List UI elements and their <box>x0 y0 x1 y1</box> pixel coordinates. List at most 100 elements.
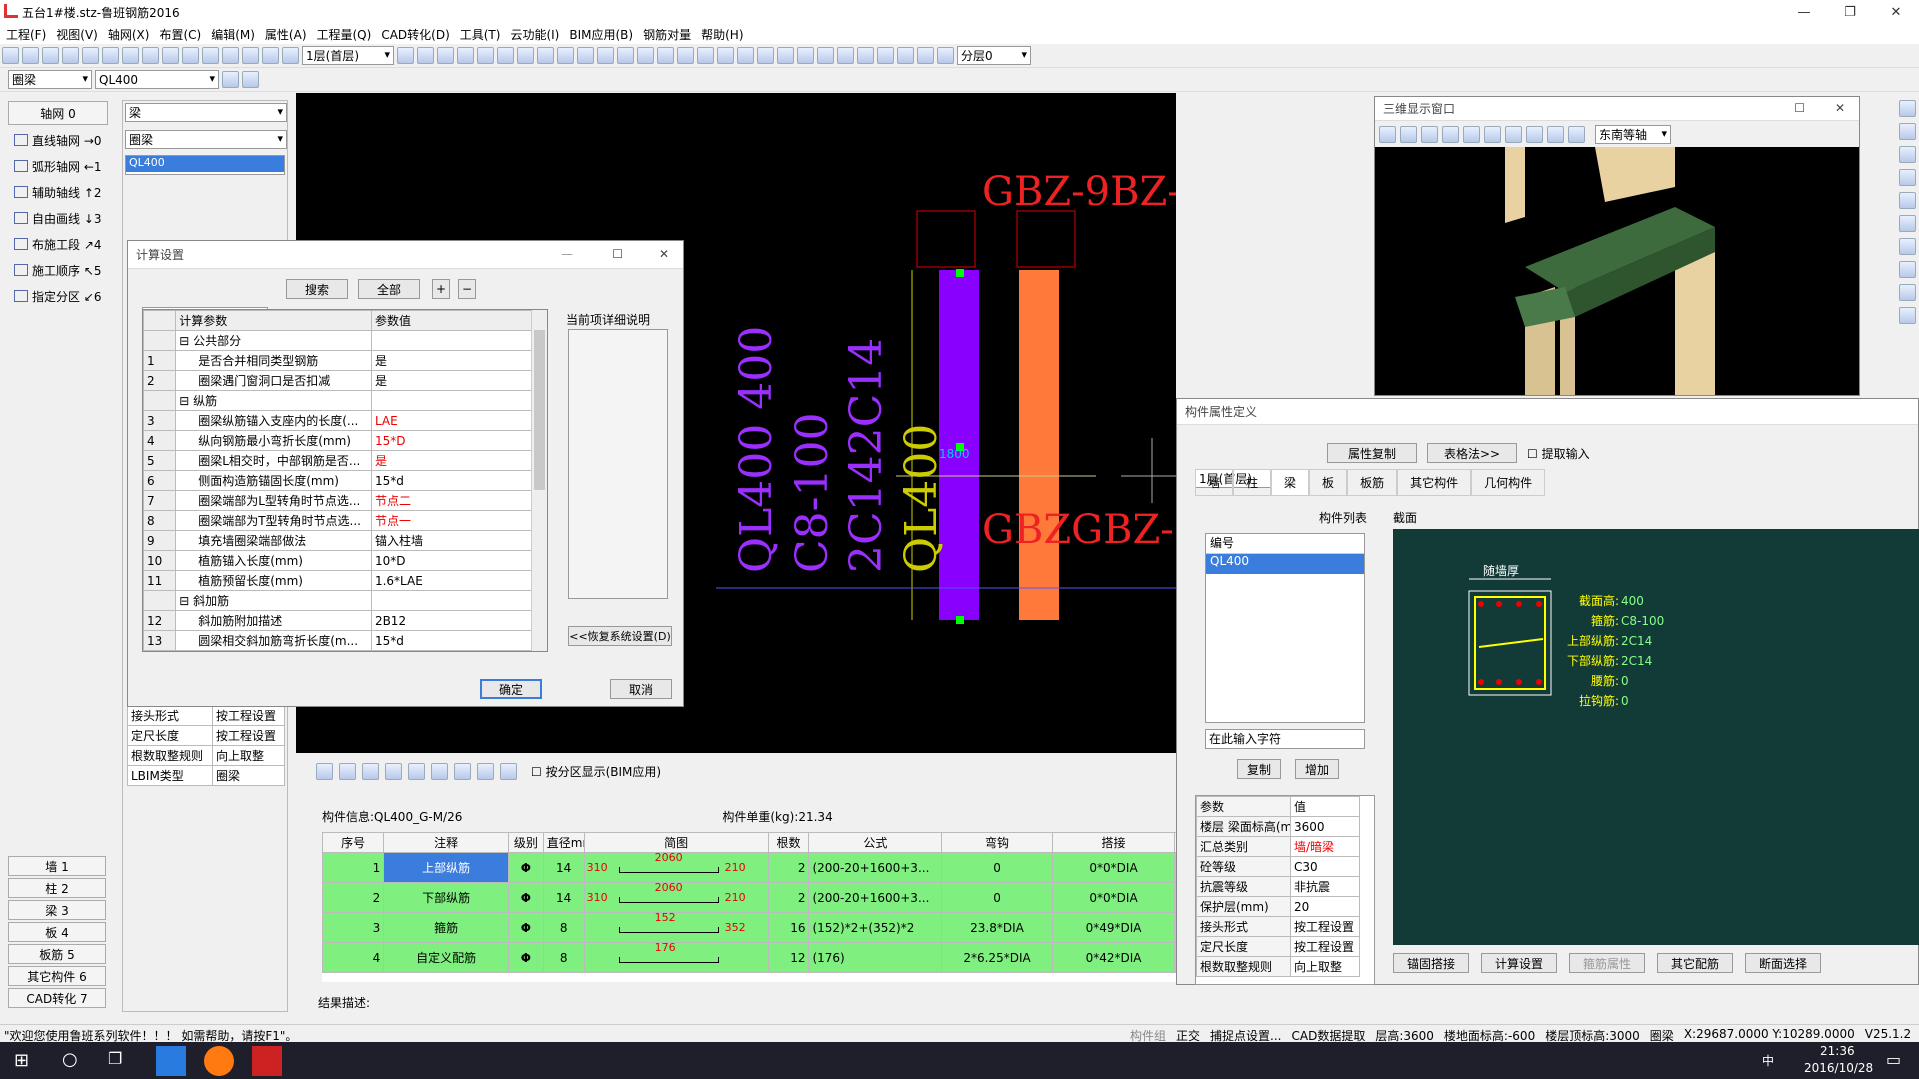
category-button-4[interactable]: 板筋 5 <box>8 944 106 964</box>
attr-param-value[interactable]: 按工程设置 <box>1290 936 1360 957</box>
ime-indicator[interactable]: 中 <box>1762 1052 1774 1069</box>
app-icon-2[interactable] <box>204 1046 234 1076</box>
menu-item-6[interactable]: 工程量(Q) <box>317 26 382 43</box>
left-tool-5[interactable]: 施工顺序 ↖5 <box>8 257 108 283</box>
menu-item-1[interactable]: 视图(V) <box>56 26 108 43</box>
group-row[interactable]: ⊟ 公共部分 <box>143 330 534 351</box>
filter-input[interactable]: 在此输入字符 <box>1205 729 1365 749</box>
toolbar-icon-29[interactable] <box>677 47 694 64</box>
attr-param-row[interactable]: 汇总类别 墙/暗梁 <box>1196 836 1360 857</box>
category-button-0[interactable]: 墙 1 <box>8 856 106 876</box>
attr-param-value[interactable]: 20 <box>1290 896 1360 917</box>
toolbar-icon-33[interactable] <box>757 47 774 64</box>
attr-tab-3[interactable]: 板 <box>1309 469 1348 496</box>
all-button[interactable]: 全部 <box>358 279 420 299</box>
toolbar-icon-3[interactable] <box>62 47 79 64</box>
rebar-name[interactable]: 自定义配筋 <box>383 942 509 973</box>
minimize-button[interactable]: — <box>1781 0 1827 24</box>
beam-orange[interactable] <box>1019 270 1059 620</box>
attr-tab-4[interactable]: 板筋 <box>1347 469 1398 496</box>
group-row[interactable]: ⊟ 纵筋 <box>143 390 534 411</box>
attr-bottom-button-1[interactable]: 计算设置 <box>1481 953 1557 973</box>
param-row[interactable]: 4 纵向钢筋最小弯折长度(mm) 15*D <box>143 430 534 451</box>
param-row[interactable]: 13 圆梁相交斜加筋弯折长度(m... 15*d <box>143 630 534 651</box>
param-value[interactable]: 节点二 <box>370 490 534 511</box>
floor-select[interactable]: 1层(首层) <box>302 46 394 65</box>
attr-bottom-button-0[interactable]: 锚固搭接 <box>1393 953 1469 973</box>
ok-button[interactable]: 确定 <box>480 679 542 699</box>
param-value[interactable] <box>370 330 534 351</box>
category-button-3[interactable]: 板 4 <box>8 922 106 942</box>
toolbar-icon-9[interactable] <box>182 47 199 64</box>
toolbar-icon-25[interactable] <box>597 47 614 64</box>
app-icon-3[interactable] <box>252 1046 282 1076</box>
param-value[interactable] <box>370 390 534 411</box>
param-row[interactable]: 2 圈梁遇门窗洞口是否扣减是 <box>143 370 534 391</box>
toolbar-icon-38[interactable] <box>857 47 874 64</box>
param-row[interactable]: 12 斜加筋附加描述 2B12 <box>143 610 534 631</box>
param-value[interactable]: 10*D <box>370 550 534 571</box>
rebar-tool-8[interactable] <box>477 762 494 780</box>
attr-tab-2[interactable]: 梁 <box>1271 469 1310 496</box>
param-row[interactable]: 7 圈梁端部为L型转角时节点选... 节点二 <box>143 490 534 511</box>
attr-param-row[interactable]: 参数值 <box>1196 796 1360 817</box>
param-value[interactable] <box>370 590 534 611</box>
3d-view-select[interactable]: 东南等轴 <box>1595 124 1671 144</box>
attr-tab-0[interactable]: 墙 <box>1195 469 1234 496</box>
param-row[interactable]: 11 植筋预留长度(mm) 1.6*LAE <box>143 570 534 591</box>
3d-tool-3[interactable] <box>1421 125 1438 143</box>
toolbar-icon-27[interactable] <box>637 47 654 64</box>
left-tool-6[interactable]: 指定分区 ↙6 <box>8 283 108 309</box>
param-value[interactable]: LAE <box>370 410 534 431</box>
param-row[interactable]: 10 植筋锚入长度(mm) 10*D <box>143 550 534 571</box>
3d-tool-8[interactable] <box>1526 125 1543 143</box>
toolbar-icon-16[interactable] <box>417 47 434 64</box>
right-tool-3[interactable] <box>1898 146 1916 163</box>
bim-checkbox[interactable]: ☐ 按分区显示(BIM应用) <box>531 763 661 780</box>
toolbar-icon-0[interactable] <box>2 47 19 64</box>
right-tool-1[interactable] <box>1898 100 1916 117</box>
rebar-tool-4[interactable] <box>385 762 402 780</box>
list-item-ql400[interactable]: QL400 <box>1206 554 1364 574</box>
param-value[interactable]: 是 <box>370 370 534 391</box>
toolbar-icon-17[interactable] <box>437 47 454 64</box>
param-row[interactable]: 5 圈梁L相交时，中部钢筋是否... 是 <box>143 450 534 471</box>
attr-param-row[interactable]: 根数取整规则 向上取整 <box>1196 956 1360 977</box>
menu-item-7[interactable]: CAD转化(D) <box>381 26 459 43</box>
right-tool-7[interactable] <box>1898 238 1916 255</box>
right-tool-4[interactable] <box>1898 169 1916 186</box>
toolbar-icon-30[interactable] <box>697 47 714 64</box>
left-tool-0[interactable]: 直线轴网 →0 <box>8 127 108 153</box>
toolbar-icon-2[interactable] <box>42 47 59 64</box>
toolbar-icon-14[interactable] <box>282 47 299 64</box>
3d-tool-9[interactable] <box>1547 125 1564 143</box>
toolbar-icon-13[interactable] <box>262 47 279 64</box>
menu-item-10[interactable]: BIM应用(B) <box>569 26 643 43</box>
toolbar-icon-1[interactable] <box>22 47 39 64</box>
rebar-tool-2[interactable] <box>339 762 356 780</box>
dialog-maximize[interactable]: ☐ <box>612 247 623 261</box>
left-tool-3[interactable]: 自由画线 ↓3 <box>8 205 108 231</box>
param-row[interactable]: 1 是否合并相同类型钢筋是 <box>143 350 534 371</box>
toolbar-icon-40[interactable] <box>897 47 914 64</box>
left-tool-1[interactable]: 弧形轴网 ←1 <box>8 153 108 179</box>
attr-bottom-button-3[interactable]: 其它配筋 <box>1657 953 1733 973</box>
notification-icon[interactable]: ▭ <box>1886 1050 1901 1069</box>
3d-tool-4[interactable] <box>1442 125 1459 143</box>
rebar-row[interactable]: 4 自定义配筋 Φ 8 176 12 (176) 2*6.25*DIA 0*42*DIA <box>322 942 1176 973</box>
toolbar-icon-23[interactable] <box>557 47 574 64</box>
toolbar-icon-35[interactable] <box>797 47 814 64</box>
component-list-item[interactable]: QL400 <box>126 156 284 172</box>
rebar-tool-7[interactable] <box>454 762 471 780</box>
property-row[interactable]: 定尺长度 按工程设置 <box>127 725 286 746</box>
rebar-name[interactable]: 上部纵筋 <box>383 852 509 883</box>
toolbar-icon-28[interactable] <box>657 47 674 64</box>
table-method-button[interactable]: 表格法>> <box>1427 443 1517 463</box>
category-button-6[interactable]: CAD转化 7 <box>8 988 106 1008</box>
filter-icon[interactable] <box>242 71 259 88</box>
param-row[interactable]: 6 侧面构造筋锚固长度(mm) 15*d <box>143 470 534 491</box>
3d-tool-10[interactable] <box>1568 125 1585 143</box>
expand-button[interactable]: + <box>432 279 450 299</box>
component-select[interactable]: QL400 <box>95 70 219 89</box>
3d-viewport[interactable] <box>1375 147 1859 395</box>
